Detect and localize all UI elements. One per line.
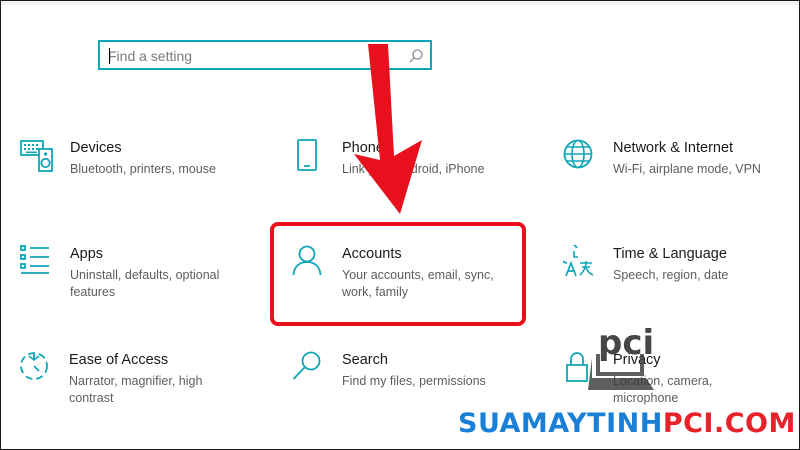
- apps-list-icon: [20, 245, 49, 274]
- tile-description: Uninstall, defaults, optional features: [70, 268, 220, 299]
- ease-of-access-icon: [20, 352, 48, 380]
- phone-icon: [297, 139, 317, 171]
- tile-description: Bluetooth, printers, mouse: [70, 162, 216, 176]
- tile-apps[interactable]: Apps Uninstall, defaults, optional featu…: [20, 245, 240, 315]
- title-bar-strip: [1, 1, 799, 5]
- pci-watermark-logo: pci: [588, 323, 654, 390]
- accounts-highlight-box: [270, 222, 526, 326]
- watermark-text-part1: SUAMAYTINH: [458, 408, 663, 439]
- tile-network-internet[interactable]: Network & Internet Wi-Fi, airplane mode,…: [563, 139, 783, 209]
- tile-description: Find my files, permissions: [342, 374, 486, 388]
- time-language-icon: [563, 245, 594, 277]
- tile-description: Speech, region, date: [613, 268, 729, 282]
- tile-description: Narrator, magnifier, high contrast: [69, 374, 203, 405]
- text-caret: [109, 48, 110, 64]
- tile-description: Wi-Fi, airplane mode, VPN: [613, 162, 761, 176]
- keyboard-speaker-icon: [20, 140, 53, 172]
- red-arrow-annotation: [354, 44, 422, 214]
- tile-title: Search: [342, 352, 388, 368]
- globe-icon: [563, 139, 593, 169]
- tile-time-language[interactable]: Time & Language Speech, region, date: [563, 245, 783, 315]
- tile-title: Ease of Access: [69, 352, 169, 368]
- tile-ease-of-access[interactable]: Ease of Access Narrator, magnifier, high…: [19, 351, 239, 421]
- tile-title: Network & Internet: [613, 140, 734, 156]
- pci-logo-text: pci: [598, 323, 654, 363]
- tile-title: Devices: [70, 140, 122, 156]
- tile-title: Time & Language: [613, 246, 727, 262]
- search-icon: [292, 351, 321, 380]
- site-watermark: SUAMAYTINHPCI.COM: [458, 408, 798, 448]
- tile-title: Apps: [70, 246, 104, 262]
- tile-devices[interactable]: Devices Bluetooth, printers, mouse: [20, 139, 240, 209]
- watermark-text-part2: PCI.COM: [662, 408, 796, 439]
